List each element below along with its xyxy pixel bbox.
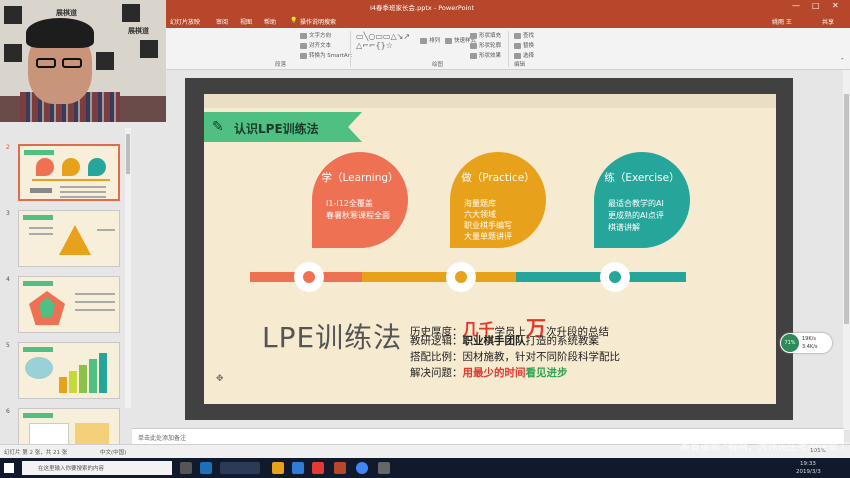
effects-icon bbox=[470, 52, 477, 59]
pencil-icon: ✎ bbox=[212, 119, 224, 135]
share-button[interactable]: 共享 bbox=[822, 17, 834, 26]
slide-thumbnail[interactable] bbox=[18, 210, 120, 267]
windows-taskbar: 在这里输入你要搜索的内容 19:33 2019/3/3 bbox=[0, 458, 850, 478]
webcam-logo-2: 展棋道 bbox=[128, 27, 149, 35]
slide-banner-text: 认识LPE训练法 bbox=[234, 122, 319, 136]
replace-button[interactable]: 替换 bbox=[514, 41, 534, 49]
thumbnail-item[interactable]: 5 bbox=[4, 342, 124, 402]
cursor-icon bbox=[514, 52, 521, 59]
smartart-button[interactable]: 转换为 SmartArt bbox=[300, 51, 352, 59]
thumbnail-item[interactable]: 3 bbox=[4, 210, 124, 270]
find-button[interactable]: 查找 bbox=[514, 31, 534, 39]
thumbnail-item[interactable]: 2 bbox=[4, 144, 124, 204]
pen-icon bbox=[470, 42, 477, 49]
taskbar-search[interactable]: 在这里输入你要搜索的内容 bbox=[22, 461, 172, 475]
group-paragraph: 段落 bbox=[275, 62, 287, 68]
explorer-taskbar-item[interactable] bbox=[220, 462, 260, 474]
slide-thumbnail[interactable] bbox=[18, 276, 120, 333]
arrange-icon bbox=[420, 37, 427, 44]
text-direction-icon bbox=[300, 32, 307, 39]
shapes-gallery[interactable]: ▭╲○▭▭△↘↗ △⌐⌐{}☆ bbox=[356, 32, 410, 50]
cpu-ring: 71% bbox=[781, 334, 799, 352]
learning-bubble: 学（Learning） I1-I12全覆盖 春暑秋寒课程全面 bbox=[312, 152, 408, 248]
task-view-icon[interactable] bbox=[180, 462, 192, 474]
maximize-button[interactable]: □ bbox=[812, 1, 820, 10]
group-drawing: 绘图 bbox=[432, 62, 444, 68]
network-speed-widget[interactable]: 71% 19K/s 3.4K/s bbox=[780, 333, 832, 353]
move-cursor-icon: ✥ bbox=[216, 374, 224, 384]
timeline-dot bbox=[294, 262, 324, 292]
smartart-icon bbox=[300, 52, 307, 59]
tab-help[interactable]: 帮助 bbox=[264, 17, 276, 26]
lpe-title: LPE训练法 bbox=[262, 321, 403, 354]
thumbnail-item[interactable]: 4 bbox=[4, 276, 124, 336]
slide-thumbnail[interactable] bbox=[18, 342, 120, 399]
clock-time[interactable]: 19:33 bbox=[800, 461, 816, 467]
watermark-text: 奥普搜索 "看啊，大伟先生考神课堂 广告" bbox=[680, 442, 850, 453]
window-title: I4春季班家长会.pptx - PowerPoint bbox=[370, 4, 475, 12]
minimize-button[interactable]: — bbox=[792, 1, 800, 10]
arrange-button[interactable]: 排列 bbox=[420, 36, 440, 44]
slide-thumbnail[interactable] bbox=[18, 144, 120, 201]
paint-bucket-icon bbox=[470, 32, 477, 39]
group-editing: 编辑 bbox=[514, 62, 526, 68]
text-direction-button[interactable]: 文字方向 bbox=[300, 31, 331, 39]
clock-date[interactable]: 2019/3/3 bbox=[796, 469, 821, 475]
chrome-icon[interactable] bbox=[356, 462, 368, 474]
info-solution: 解决问题：用最少的时间看见进步 bbox=[410, 367, 568, 379]
thumbnails-scrollbar[interactable] bbox=[125, 128, 131, 408]
media-icon[interactable] bbox=[312, 462, 324, 474]
notes-placeholder: 单击此处添加备注 bbox=[138, 435, 187, 442]
upload-speed: 19K/s bbox=[802, 336, 816, 342]
timeline-dot bbox=[600, 262, 630, 292]
language-indicator[interactable]: 中文(中国) bbox=[100, 448, 126, 456]
slide-counter: 幻灯片 第 2 张，共 21 张 bbox=[4, 450, 68, 456]
slide-canvas[interactable]: ✎ 认识LPE训练法 学（Learning） I1-I12全覆盖 春暑秋寒课程全… bbox=[204, 94, 776, 404]
exercise-bubble: 练（Exercise） 最适合教学的AI 更成熟的AI点评 棋谱讲解 bbox=[594, 152, 690, 248]
align-text-icon bbox=[300, 42, 307, 49]
webcam-logo: 展棋道 bbox=[56, 9, 77, 17]
timeline-segment-practice bbox=[362, 272, 516, 282]
tab-view[interactable]: 视图 bbox=[240, 17, 252, 26]
shape-outline-button[interactable]: 形状轮廓 bbox=[470, 41, 501, 49]
edge-icon[interactable] bbox=[292, 462, 304, 474]
shape-fill-button[interactable]: 形状填充 bbox=[470, 31, 501, 39]
tab-slideshow[interactable]: 幻灯片放映 bbox=[170, 17, 200, 26]
powerpoint-icon[interactable] bbox=[334, 462, 346, 474]
slide-scrollbar[interactable] bbox=[843, 70, 850, 430]
quick-styles-icon bbox=[445, 37, 452, 44]
download-speed: 3.4K/s bbox=[802, 344, 818, 350]
practice-bubble: 做（Practice） 海量题库 六大领域 职业棋手编写 大量单题讲评 bbox=[450, 152, 546, 248]
slide-thumbnails-panel: 2 3 4 5 6 bbox=[0, 122, 132, 465]
shape-effects-button[interactable]: 形状效果 bbox=[470, 51, 501, 59]
folder-icon[interactable] bbox=[272, 462, 284, 474]
webcam-video: 展棋道 展棋道 bbox=[0, 0, 166, 122]
lightbulb-icon: 💡 bbox=[290, 17, 298, 24]
app-icon[interactable] bbox=[200, 462, 212, 474]
tab-review[interactable]: 审阅 bbox=[216, 17, 228, 26]
info-ratio: 搭配比例：因材施教，针对不同阶段科学配比 bbox=[410, 351, 620, 363]
align-text-button[interactable]: 对齐文本 bbox=[300, 41, 331, 49]
timeline-dot bbox=[446, 262, 476, 292]
search-icon bbox=[514, 32, 521, 39]
windows-start-icon[interactable] bbox=[4, 463, 14, 473]
tell-me-search[interactable]: 操作说明搜索 bbox=[300, 17, 336, 26]
user-name[interactable]: 姚雨 王 bbox=[772, 17, 792, 26]
replace-icon bbox=[514, 42, 521, 49]
collapse-ribbon-icon[interactable]: ⌃ bbox=[840, 58, 845, 64]
info-research: 教研逻辑：职业棋手团队打造的系统教案 bbox=[410, 335, 599, 347]
select-button[interactable]: 选择 bbox=[514, 51, 534, 59]
close-button[interactable]: ✕ bbox=[832, 1, 839, 10]
app-icon[interactable] bbox=[378, 462, 390, 474]
